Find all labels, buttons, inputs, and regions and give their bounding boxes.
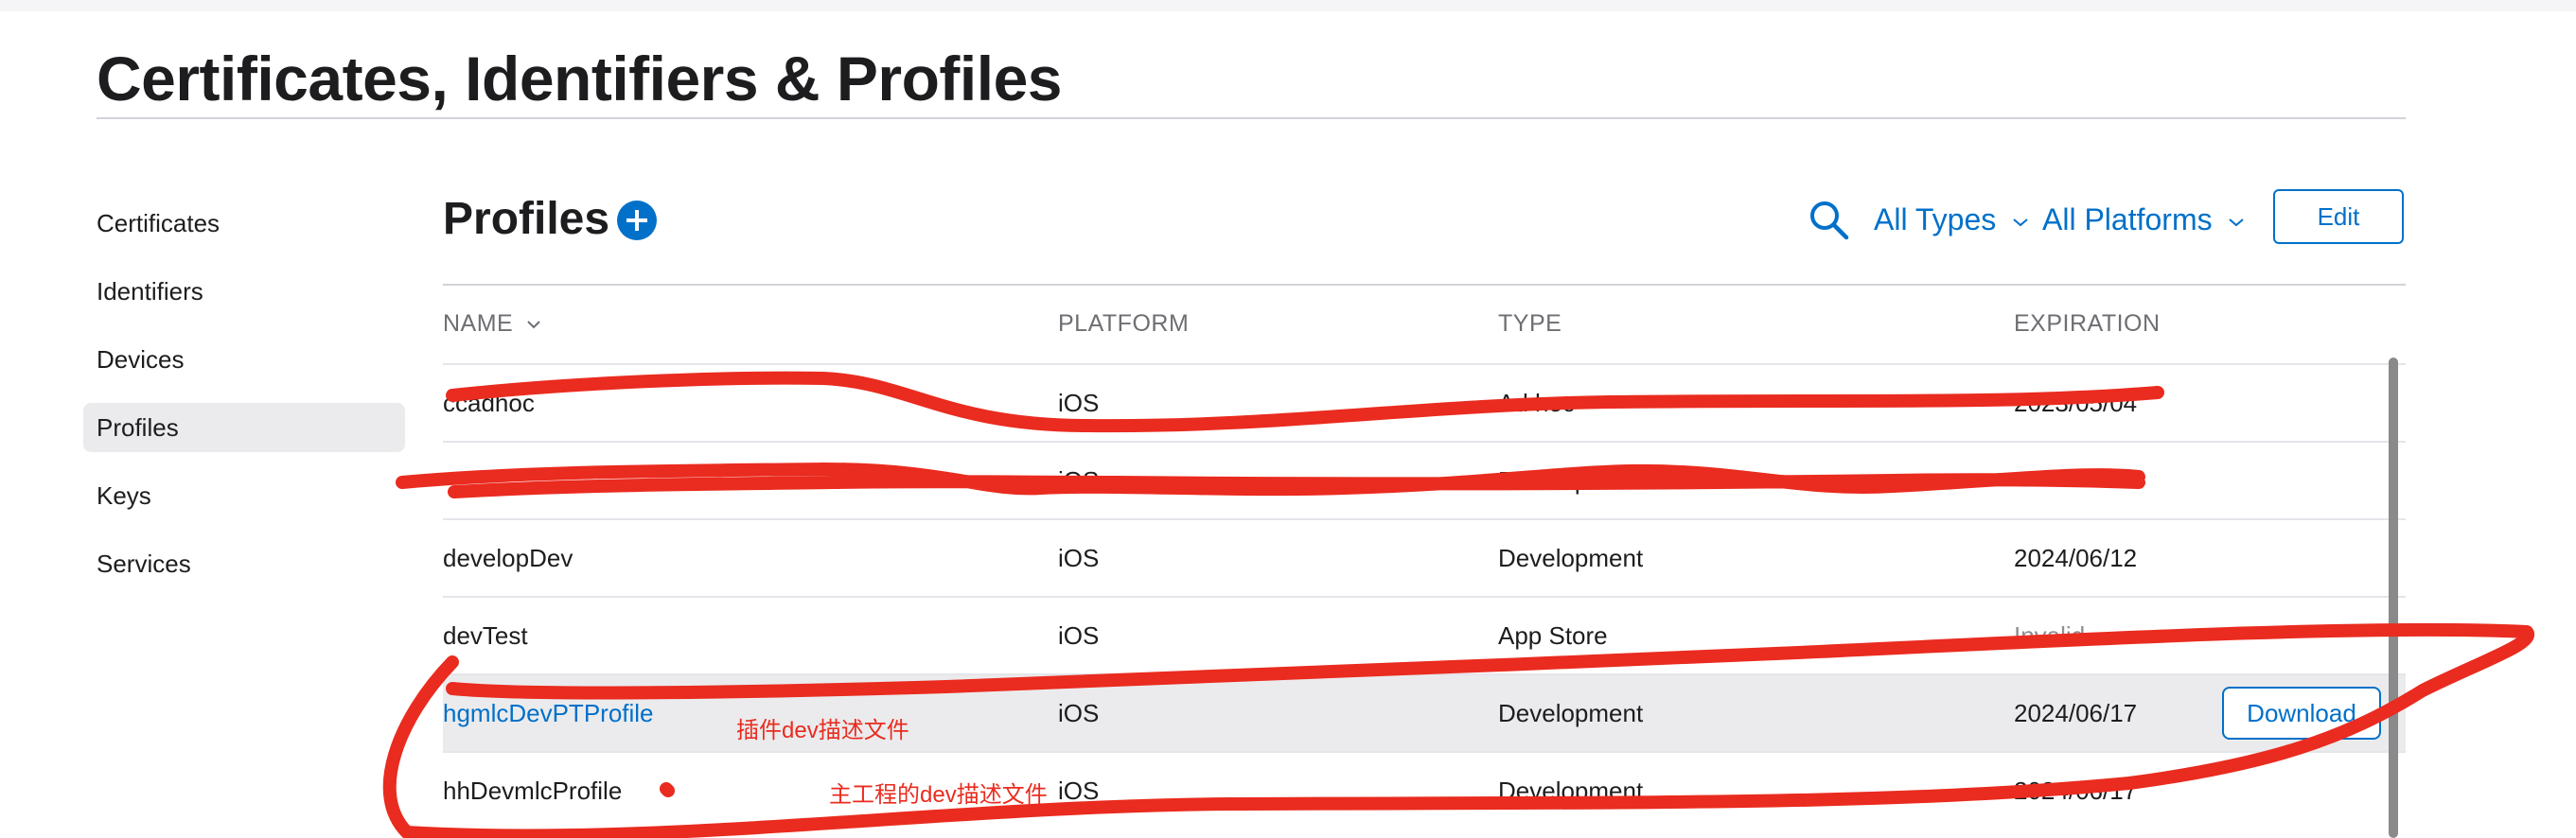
profile-expiration: 2023/05/04	[2014, 389, 2138, 417]
type-filter-label: All Types	[1874, 202, 1997, 236]
profile-platform: iOS	[1058, 466, 1100, 495]
platform-filter-label: All Platforms	[2042, 202, 2213, 236]
sidebar-item-devices[interactable]: Devices	[83, 335, 405, 384]
profile-type: Development	[1498, 466, 1644, 495]
sidebar-item-label: Services	[97, 550, 191, 578]
edit-button[interactable]: Edit	[2273, 189, 2404, 244]
chevron-down-icon	[2013, 218, 2028, 226]
profile-expiration: 2024/06/12	[2014, 544, 2138, 572]
sidebar-item-keys[interactable]: Keys	[83, 471, 405, 520]
column-header-type: TYPE	[1498, 310, 1562, 337]
profile-name-link[interactable]: hgmlcDevPTProfile	[443, 675, 654, 751]
sidebar-item-label: Profiles	[97, 413, 179, 442]
type-filter-dropdown[interactable]: All Types	[1874, 199, 2029, 240]
column-header-platform: PLATFORM	[1058, 310, 1190, 337]
profile-type: Development	[1498, 544, 1644, 572]
chevron-down-icon	[2229, 218, 2245, 226]
profile-platform: iOS	[1058, 544, 1100, 572]
profile-type: Development	[1498, 699, 1644, 727]
sidebar-item-profiles[interactable]: Profiles	[83, 403, 405, 452]
table-row[interactable]: ccadhoc iOS Ad hoc 2023/05/04	[443, 363, 2406, 441]
column-header-expiration: EXPIRATION	[2014, 310, 2161, 337]
profile-type: App Store	[1498, 621, 1608, 650]
page-title: Certificates, Identifiers & Profiles	[97, 44, 1063, 113]
profile-name: developDev	[443, 544, 573, 572]
sidebar-item-label: Certificates	[97, 209, 221, 237]
table-row[interactable]: hhDevmlcProfile iOS Development 2024/06/…	[443, 751, 2406, 829]
column-header-name[interactable]: NAME	[443, 286, 541, 361]
profile-type: Ad hoc	[1498, 389, 1575, 417]
table-row[interactable]: iOS Development	[443, 441, 2406, 518]
profile-expiration: 2024/06/17	[2014, 777, 2138, 805]
profile-platform: iOS	[1058, 777, 1100, 805]
profile-expiration: Invalid	[2014, 621, 2086, 650]
profile-name: ccadhoc	[443, 389, 535, 417]
sidebar-item-certificates[interactable]: Certificates	[83, 199, 405, 248]
sidebar-item-identifiers[interactable]: Identifiers	[83, 267, 405, 316]
plus-circle-icon	[626, 210, 647, 231]
search-icon	[1810, 201, 1849, 240]
chevron-down-icon	[526, 321, 540, 329]
sidebar-item-services[interactable]: Services	[83, 539, 405, 588]
table-scrollbar[interactable]	[2389, 358, 2398, 838]
section-title: Profiles	[443, 194, 610, 244]
sidebar-item-label: Identifiers	[97, 277, 203, 306]
profile-platform: iOS	[1058, 621, 1100, 650]
title-divider	[97, 117, 2406, 119]
profile-type: Development	[1498, 777, 1644, 805]
annotation-plugin-note: 插件dev描述文件	[736, 718, 909, 743]
sidebar-nav: Certificates Identifiers Devices Profile…	[83, 199, 405, 607]
annotation-main-note: 主工程的dev描述文件	[829, 782, 1048, 808]
sidebar-item-label: Devices	[97, 345, 185, 374]
table-row[interactable]: devTest iOS App Store Invalid	[443, 596, 2406, 673]
top-bar	[0, 0, 2576, 11]
platform-filter-dropdown[interactable]: All Platforms	[2042, 199, 2245, 240]
table-row[interactable]: developDev iOS Development 2024/06/12	[443, 518, 2406, 596]
search-button[interactable]	[1808, 199, 1851, 242]
profile-platform: iOS	[1058, 699, 1100, 727]
profile-name: hhDevmlcProfile	[443, 777, 623, 805]
profile-name: devTest	[443, 621, 528, 650]
profile-platform: iOS	[1058, 389, 1100, 417]
table-header-row: NAME PLATFORM TYPE EXPIRATION	[443, 286, 2406, 363]
profile-expiration: 2024/06/17	[2014, 699, 2138, 727]
download-button[interactable]: Download	[2222, 687, 2381, 740]
add-profile-button[interactable]	[617, 201, 657, 240]
sidebar-item-label: Keys	[97, 481, 151, 510]
